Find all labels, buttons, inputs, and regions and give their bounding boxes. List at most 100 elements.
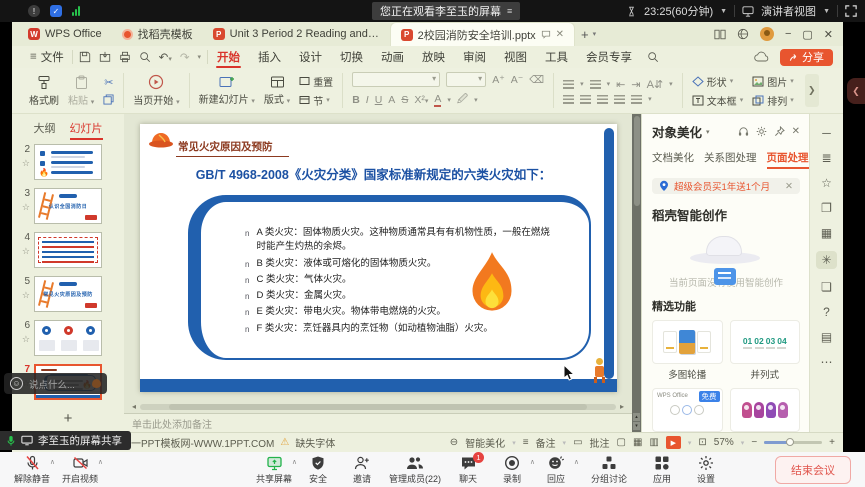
format-painter-button[interactable]: 格式刷 <box>29 75 59 107</box>
timer-chevron-icon[interactable]: ▼ <box>720 8 727 15</box>
bullet-list-icon[interactable] <box>563 80 574 89</box>
bold-button[interactable]: B <box>352 94 360 106</box>
share-screen-button[interactable]: 共享屏幕 ∧ <box>252 455 296 485</box>
redo-icon[interactable]: ↷ <box>180 50 190 64</box>
settings-button[interactable]: 设置 <box>684 455 728 485</box>
tab-docer-templates[interactable]: 找稻壳模板 <box>112 22 203 46</box>
slide-content-box[interactable]: nA 类火灾：固体物质火灾。这种物质通常具有有机物性质，一般在燃烧时能产生灼热的… <box>188 195 591 360</box>
zoom-out-button[interactable]: − <box>751 437 757 448</box>
slide-thumb-6[interactable]: 6☆ <box>12 320 124 356</box>
tab-unit3-pptx[interactable]: P Unit 3 Period 2 Reading and Thi <box>203 22 390 46</box>
ribbon-tab-animation[interactable]: 动画 <box>372 46 413 68</box>
slide-thumb-5[interactable]: 5☆ 常见火灾原因及预防 <box>12 276 124 312</box>
layout-button[interactable]: 版式 ▾ <box>264 75 290 106</box>
notes-bar[interactable]: 单击此处添加备注 <box>124 413 632 432</box>
arrange-button[interactable]: 排列 ▾ <box>752 93 794 108</box>
comment-bubble-icon[interactable] <box>541 30 551 39</box>
picture-button[interactable]: 图片 ▾ <box>752 74 794 89</box>
print-preview-icon[interactable] <box>139 51 151 63</box>
close-pane-icon[interactable]: ✕ <box>792 126 800 137</box>
tab-wps-home[interactable]: W WPS Office <box>18 22 112 46</box>
restore-window-icon[interactable]: ▢ <box>802 28 812 41</box>
next-slide-button[interactable]: ▾ <box>633 422 640 430</box>
increase-font-button[interactable]: A⁺ <box>492 74 505 86</box>
star-icon[interactable]: ☆ <box>22 202 30 213</box>
vscroll-thumb[interactable] <box>634 116 640 206</box>
numbered-list-icon[interactable] <box>590 80 601 89</box>
close-tab-icon[interactable]: ✕ <box>556 29 564 40</box>
copy-pages-icon[interactable]: ❐ <box>821 201 832 215</box>
pane-title-chevron-icon[interactable]: ▾ <box>706 128 710 136</box>
slideshow-play-button[interactable]: ▶ <box>666 436 681 449</box>
file-menu-button[interactable]: ≡ 文件 <box>22 49 72 65</box>
play-from-current-button[interactable]: 当页开始 ▾ <box>133 74 179 107</box>
emoji-icon[interactable]: ☺ <box>10 377 23 390</box>
manage-members-button[interactable]: 管理成员(22) <box>384 455 446 485</box>
featured-card-free[interactable]: WPS Office 免费 <box>652 388 723 432</box>
font-size-select[interactable] <box>446 72 486 87</box>
help-icon[interactable]: ? <box>823 305 830 319</box>
security-button[interactable]: 安全 <box>296 455 340 485</box>
save-icon[interactable] <box>79 51 91 63</box>
gift-activity-icon[interactable]: ▤ <box>821 330 832 344</box>
new-tab-button[interactable]: + <box>581 27 589 42</box>
ribbon-tab-review[interactable]: 审阅 <box>454 46 495 68</box>
ribbon-tab-tools[interactable]: 工具 <box>536 46 577 68</box>
italic-button[interactable]: I <box>366 94 369 106</box>
line-spacing-icon[interactable] <box>631 95 642 104</box>
featured-card-parallel[interactable]: 01 02 03 04 并列式 <box>730 320 801 381</box>
add-slide-button[interactable]: + <box>12 410 124 427</box>
tab-fire-safety-pptx[interactable]: P 2校园消防安全培训.pptx ✕ <box>390 22 575 46</box>
slide-heading[interactable]: GB/T 4968-2008《火灾分类》国家标准新规定的六类火灾如下： <box>170 164 577 183</box>
clear-format-icon[interactable]: ⌫ <box>529 74 544 86</box>
zoom-percent[interactable]: 57% <box>714 437 734 448</box>
star-icon[interactable]: ☆ <box>22 158 30 169</box>
slide-thumb-4[interactable]: 4☆ <box>12 232 124 268</box>
zoom-slider[interactable] <box>764 441 822 444</box>
character-spacing-button[interactable]: A <box>388 94 395 106</box>
vertical-scrollbar[interactable]: ▴ ▾ <box>632 114 641 432</box>
account-avatar[interactable] <box>760 27 774 41</box>
view-mode-label[interactable]: 演讲者视图 <box>761 3 816 19</box>
pane-tab-doc-beautify[interactable]: 文档美化 <box>652 150 694 169</box>
chart-tool-icon[interactable]: ▦ <box>821 226 832 240</box>
ribbon-tab-slideshow[interactable]: 放映 <box>413 46 454 68</box>
increase-indent-icon[interactable]: ⇥ <box>631 78 640 91</box>
undo-icon[interactable]: ↶▾ <box>159 50 172 64</box>
scroll-right-icon[interactable]: ▸ <box>620 402 624 411</box>
superscript-button[interactable]: X²▾ <box>414 94 428 106</box>
decrease-indent-icon[interactable]: ⇤ <box>616 78 625 91</box>
breakout-rooms-button[interactable]: 分组讨论 <box>578 455 640 485</box>
panel-tab-slides[interactable]: 幻灯片 <box>70 120 103 140</box>
notebook-icon[interactable]: ❏ <box>821 280 832 294</box>
close-window-icon[interactable]: ✕ <box>824 28 833 41</box>
headset-icon[interactable] <box>738 126 749 137</box>
view-mode-chevron-icon[interactable]: ▼ <box>823 8 830 15</box>
ribbon-tab-view[interactable]: 视图 <box>495 46 536 68</box>
previous-slide-button[interactable]: ▴ <box>633 413 640 421</box>
ribbon-tab-home[interactable]: 开始 <box>208 46 249 68</box>
copy-icon[interactable] <box>103 94 114 105</box>
normal-view-icon[interactable]: ▢ <box>617 437 626 448</box>
smart-beautify-label[interactable]: 智能美化 <box>465 435 505 450</box>
horizontal-scrollbar[interactable]: ◂ ▸ <box>124 400 632 413</box>
hscroll-thumb[interactable] <box>169 404 588 410</box>
zoom-in-button[interactable]: + <box>829 437 835 448</box>
video-options-chevron-icon[interactable]: ∧ <box>98 458 103 466</box>
start-video-button[interactable]: 开启视频 ∧ <box>58 455 102 485</box>
reading-view-icon[interactable]: ▥ <box>649 437 658 448</box>
justify-icon[interactable] <box>614 95 625 104</box>
share-button[interactable]: 分享 <box>780 49 833 66</box>
pane-title[interactable]: 对象美化 <box>652 122 702 141</box>
current-slide[interactable]: 常见火灾原因及预防 GB/T 4968-2008《火灾分类》国家标准新规定的六类… <box>140 124 617 392</box>
properties-icon[interactable]: ≣ <box>821 151 831 165</box>
align-right-icon[interactable] <box>597 95 608 104</box>
featured-card-balloons[interactable] <box>730 388 801 432</box>
star-icon[interactable]: ☆ <box>22 334 30 345</box>
textbox-button[interactable]: 文本框 ▾ <box>692 93 744 108</box>
font-family-select[interactable] <box>352 72 440 87</box>
print-icon[interactable] <box>119 51 131 63</box>
beautify-tools-icon[interactable]: ✳ <box>816 251 836 269</box>
font-color-button[interactable]: A <box>434 93 441 107</box>
featured-card-carousel[interactable]: 多图轮播 <box>652 320 723 381</box>
